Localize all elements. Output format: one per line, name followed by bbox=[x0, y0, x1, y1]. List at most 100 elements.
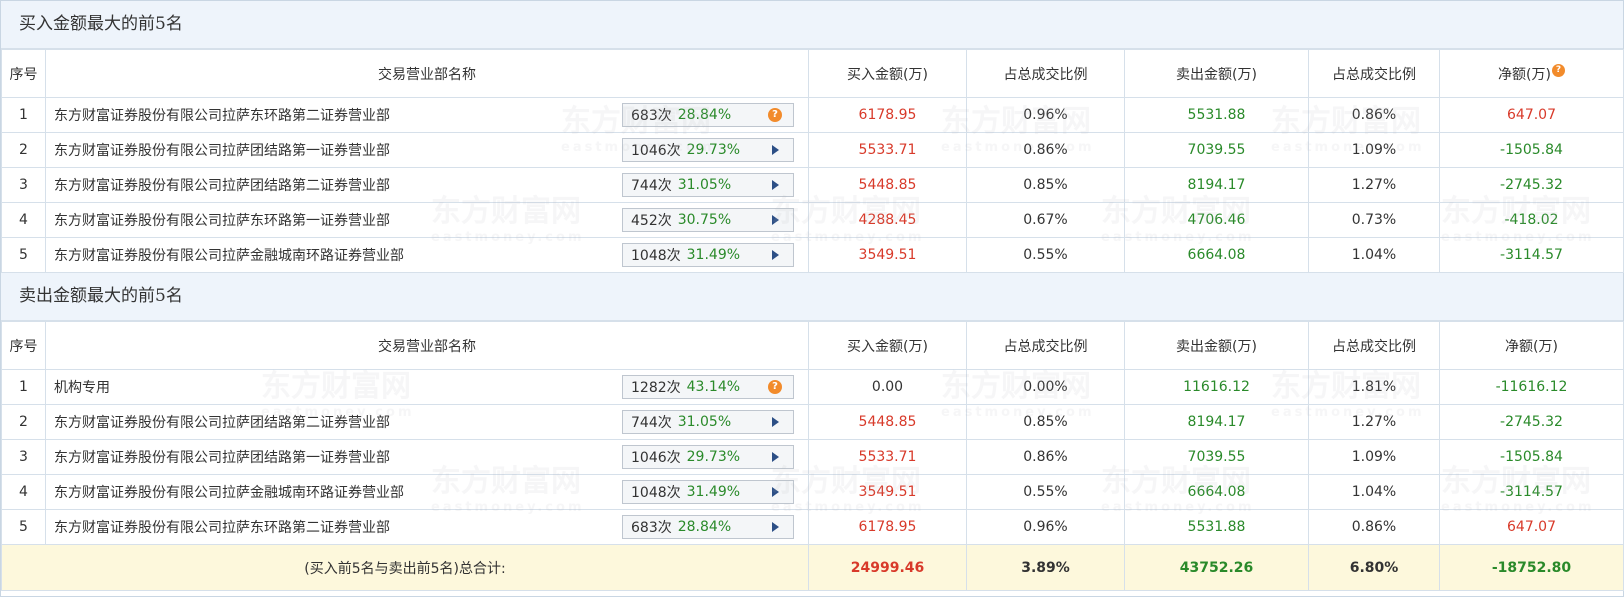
question-icon: ? bbox=[768, 380, 782, 394]
buy-ratio: 0.86% bbox=[966, 439, 1125, 475]
branch-name-link[interactable]: 东方财富证券股份有限公司拉萨金融城南环路证券营业部 bbox=[54, 245, 404, 265]
win-rate: 28.84% bbox=[677, 519, 732, 535]
header-sell-amount: 卖出金额(万) bbox=[1124, 321, 1309, 370]
buy-amount: 5448.85 bbox=[808, 404, 967, 440]
win-rate: 28.84% bbox=[677, 107, 732, 123]
buy-amount: 3549.51 bbox=[808, 474, 967, 510]
trade-stats-button[interactable]: 744次 31.05% bbox=[622, 410, 794, 434]
table-header-row: 序号 交易营业部名称 买入金额(万) 占总成交比例 卖出金额(万) 占总成交比例… bbox=[1, 321, 1624, 370]
sell-ratio: 1.04% bbox=[1308, 474, 1440, 510]
sell-amount: 11616.12 bbox=[1124, 369, 1309, 405]
trade-count: 1046次 bbox=[631, 450, 681, 466]
branch-name-link[interactable]: 东方财富证券股份有限公司拉萨团结路第一证券营业部 bbox=[54, 447, 390, 467]
win-rate: 31.05% bbox=[677, 414, 732, 430]
row-index: 3 bbox=[1, 439, 46, 475]
trade-count: 744次 bbox=[631, 178, 672, 194]
play-arrow-icon bbox=[771, 180, 779, 190]
trade-stats-button[interactable]: 683次 28.84% bbox=[622, 515, 794, 539]
question-icon: ? bbox=[768, 108, 782, 122]
row-index: 5 bbox=[1, 237, 46, 273]
buy-amount: 5533.71 bbox=[808, 439, 967, 475]
branch-name-link[interactable]: 东方财富证券股份有限公司拉萨团结路第二证券营业部 bbox=[54, 175, 390, 195]
table-row: 3 东方财富证券股份有限公司拉萨团结路第二证券营业部 744次 31.05% 5448.… bbox=[1, 167, 1624, 203]
question-icon[interactable]: ? bbox=[1551, 63, 1565, 77]
sell-ratio: 1.04% bbox=[1308, 237, 1440, 273]
total-sell-amount: 43752.26 bbox=[1124, 544, 1309, 591]
total-buy-ratio: 3.89% bbox=[966, 544, 1125, 591]
sell-ratio: 1.81% bbox=[1308, 369, 1440, 405]
row-index: 3 bbox=[1, 167, 46, 203]
branch-cell: 东方财富证券股份有限公司拉萨团结路第二证券营业部 744次 31.05% bbox=[45, 404, 809, 440]
buy-ratio: 0.55% bbox=[966, 237, 1125, 273]
trade-count: 683次 bbox=[631, 520, 672, 536]
buy-ratio: 0.96% bbox=[966, 97, 1125, 133]
win-rate: 31.49% bbox=[686, 484, 741, 500]
trade-stats-button[interactable]: 1046次 29.73% bbox=[622, 445, 794, 469]
net-amount: -1505.84 bbox=[1439, 439, 1624, 475]
trade-count: 1046次 bbox=[631, 143, 681, 159]
play-arrow-icon bbox=[771, 487, 779, 497]
branch-name-link[interactable]: 机构专用 bbox=[54, 377, 110, 397]
buy-section-title: 买入金额最大的前5名 bbox=[1, 1, 1623, 49]
branch-cell: 机构专用 1282次 43.14%? bbox=[45, 369, 809, 405]
trade-count: 1282次 bbox=[631, 380, 681, 396]
buy-amount: 4288.45 bbox=[808, 202, 967, 238]
net-amount: -418.02 bbox=[1439, 202, 1624, 238]
sell-amount: 6664.08 bbox=[1124, 237, 1309, 273]
buy-ratio: 0.00% bbox=[966, 369, 1125, 405]
buy-ratio: 0.85% bbox=[966, 167, 1125, 203]
header-sell-amount: 卖出金额(万) bbox=[1124, 49, 1309, 98]
total-buy-amount: 24999.46 bbox=[808, 544, 967, 591]
row-index: 2 bbox=[1, 404, 46, 440]
table-row: 2 东方财富证券股份有限公司拉萨团结路第一证券营业部 1046次 29.73% 5533… bbox=[1, 132, 1624, 168]
branch-name-link[interactable]: 东方财富证券股份有限公司拉萨东环路第二证券营业部 bbox=[54, 105, 390, 125]
buy-amount: 0.00 bbox=[808, 369, 967, 405]
trade-stats-button[interactable]: 744次 31.05% bbox=[622, 173, 794, 197]
row-index: 1 bbox=[1, 97, 46, 133]
branch-name-link[interactable]: 东方财富证券股份有限公司拉萨东环路第一证券营业部 bbox=[54, 210, 390, 230]
sell-amount: 6664.08 bbox=[1124, 474, 1309, 510]
table-row: 5 东方财富证券股份有限公司拉萨金融城南环路证券营业部 1048次 31.49% 354… bbox=[1, 237, 1624, 273]
header-buy-ratio: 占总成交比例 bbox=[966, 321, 1125, 370]
trade-stats-button[interactable]: 1282次 43.14%? bbox=[622, 375, 794, 399]
buy-ratio: 0.85% bbox=[966, 404, 1125, 440]
total-net-amount: -18752.80 bbox=[1439, 544, 1624, 591]
net-amount: -2745.32 bbox=[1439, 404, 1624, 440]
buy-amount: 3549.51 bbox=[808, 237, 967, 273]
row-index: 5 bbox=[1, 509, 46, 545]
win-rate: 43.14% bbox=[686, 379, 741, 395]
buy-amount: 5448.85 bbox=[808, 167, 967, 203]
header-buy-ratio: 占总成交比例 bbox=[966, 49, 1125, 98]
branch-name-link[interactable]: 东方财富证券股份有限公司拉萨团结路第一证券营业部 bbox=[54, 140, 390, 160]
header-sell-ratio: 占总成交比例 bbox=[1308, 321, 1440, 370]
dragon-tiger-board: 买入金额最大的前5名 序号 交易营业部名称 买入金额(万) 占总成交比例 卖出金… bbox=[0, 0, 1624, 597]
trade-stats-button[interactable]: 1046次 29.73% bbox=[622, 138, 794, 162]
table-row: 2 东方财富证券股份有限公司拉萨团结路第二证券营业部 744次 31.05% 5448.… bbox=[1, 404, 1624, 440]
table-row: 4 东方财富证券股份有限公司拉萨东环路第一证券营业部 452次 30.75% 4288.… bbox=[1, 202, 1624, 238]
buy-amount: 6178.95 bbox=[808, 97, 967, 133]
sell-ratio: 1.09% bbox=[1308, 439, 1440, 475]
branch-name-link[interactable]: 东方财富证券股份有限公司拉萨金融城南环路证券营业部 bbox=[54, 482, 404, 502]
trade-stats-button[interactable]: 452次 30.75% bbox=[622, 208, 794, 232]
branch-name-link[interactable]: 东方财富证券股份有限公司拉萨东环路第二证券营业部 bbox=[54, 517, 390, 537]
table-row: 4 东方财富证券股份有限公司拉萨金融城南环路证券营业部 1048次 31.49% 354… bbox=[1, 474, 1624, 510]
sell-amount: 8194.17 bbox=[1124, 404, 1309, 440]
win-rate: 31.05% bbox=[677, 177, 732, 193]
sell-ratio: 1.27% bbox=[1308, 404, 1440, 440]
branch-name-link[interactable]: 东方财富证券股份有限公司拉萨团结路第二证券营业部 bbox=[54, 412, 390, 432]
net-amount: -3114.57 bbox=[1439, 474, 1624, 510]
header-index: 序号 bbox=[1, 321, 46, 370]
row-index: 4 bbox=[1, 474, 46, 510]
sell-section-title: 卖出金额最大的前5名 bbox=[1, 273, 1623, 321]
win-rate: 29.73% bbox=[686, 449, 741, 465]
table-row: 3 东方财富证券股份有限公司拉萨团结路第一证券营业部 1046次 29.73% 5533… bbox=[1, 439, 1624, 475]
trade-stats-button[interactable]: 1048次 31.49% bbox=[622, 243, 794, 267]
header-buy-amount: 买入金额(万) bbox=[808, 49, 967, 98]
branch-cell: 东方财富证券股份有限公司拉萨团结路第一证券营业部 1046次 29.73% bbox=[45, 132, 809, 168]
sell-amount: 5531.88 bbox=[1124, 509, 1309, 545]
trade-stats-button[interactable]: 1048次 31.49% bbox=[622, 480, 794, 504]
win-rate: 29.73% bbox=[686, 142, 741, 158]
row-index: 4 bbox=[1, 202, 46, 238]
trade-stats-button[interactable]: 683次 28.84%? bbox=[622, 103, 794, 127]
sell-ratio: 0.86% bbox=[1308, 97, 1440, 133]
